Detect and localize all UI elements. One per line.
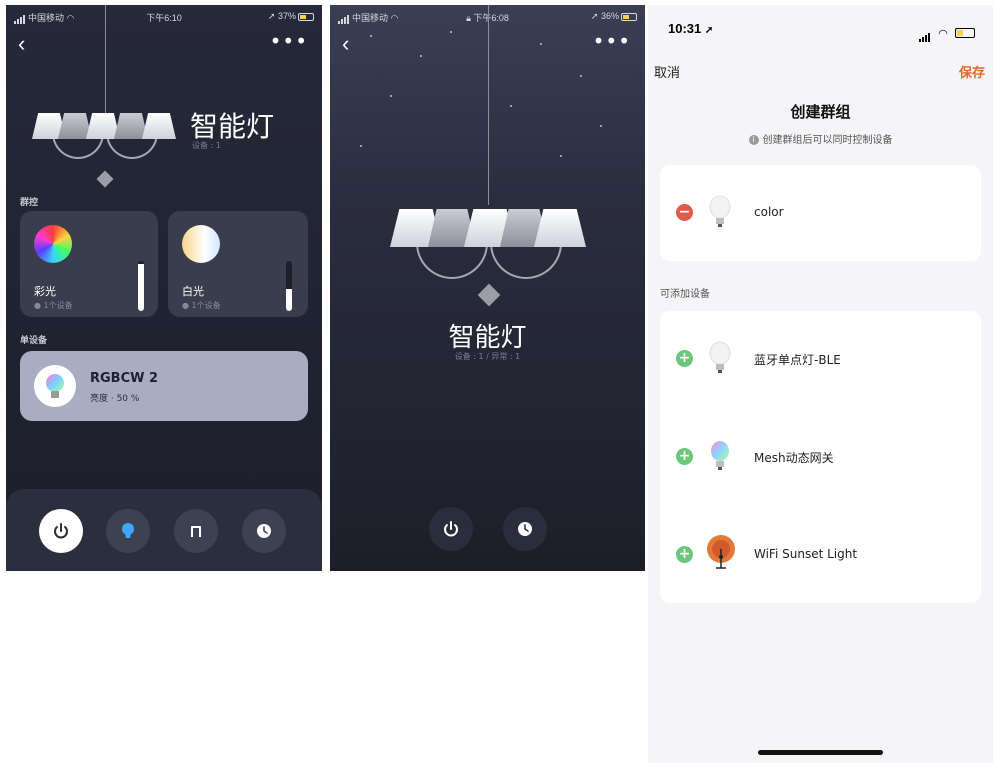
page-title: 创建群组 [790,103,851,121]
group-card-color[interactable]: 彩光 ● 1个设备 [20,211,158,317]
device-name: RGBCW 2 [90,371,159,386]
signal-icon [14,14,26,24]
slider-fill [138,263,144,311]
device-status-label: 设备 : 1 / 异常 : 1 [454,352,521,361]
remove-device-button[interactable]: − [676,204,693,221]
device-name: color [754,205,784,219]
clock-icon [518,522,532,536]
white-light-icon [182,225,220,263]
signal-icon [338,14,350,24]
power-button[interactable] [429,507,473,551]
single-device-section-label: 单设备 [20,336,48,346]
card-title: 彩光 [34,285,56,298]
battery-icon [955,27,975,38]
page-title: 智能灯 [190,111,275,142]
group-section-label: 群控 [20,198,39,208]
device-brightness: 亮度 · 50 % [90,394,140,404]
back-button[interactable]: ‹ [342,33,349,55]
create-group-screen: 10:31 ➚ ◠ 取消 保存 创建群组 i 创建群组后可以同时控制设备 − co… [648,5,993,763]
light-detail-screen: 中国移动 ◠ 🔒︎ 下午6:08 ➚ 36% ‹ ••• 智能灯 设备 : 1 … [330,5,645,571]
bulb-icon [34,365,76,407]
clock-icon [257,524,271,538]
color-wheel-icon [34,225,72,263]
slider-fill [286,288,292,311]
wifi-icon: ◠ [938,27,948,40]
clock-label: 10:31 ➚ [668,21,714,36]
available-device-list: + 蓝牙单点灯-BLE + Mesh动态网关 + WiFi Sunset Lig… [660,311,981,603]
brightness-slider[interactable] [138,261,144,311]
save-button[interactable]: 保存 [959,62,985,81]
group-card-white[interactable]: 白光 ● 1个设备 [168,211,308,317]
list-item: + Mesh动态网关 [660,409,981,505]
power-icon [444,521,458,537]
sunset-lamp-icon [707,535,735,569]
more-options-button[interactable]: ••• [593,31,631,51]
hint-text: i 创建群组后可以同时控制设备 [648,131,993,146]
back-button[interactable]: ‹ [18,33,25,55]
power-icon [54,523,68,539]
battery-icon [298,12,314,21]
card-subtitle: ● 1个设备 [34,301,73,310]
chandelier-image [388,5,588,315]
list-item: + WiFi Sunset Light [660,507,981,603]
home-indicator[interactable] [758,750,883,755]
device-card[interactable]: RGBCW 2 亮度 · 50 % [20,351,308,421]
add-device-button[interactable]: + [676,546,693,563]
group-device-list: − color [660,165,981,261]
color-bulb-icon [711,441,729,470]
device-name: WiFi Sunset Light [754,547,858,561]
location-icon: ➚ [590,11,599,21]
add-device-button[interactable]: + [676,350,693,367]
music-button[interactable] [174,509,218,553]
light-home-screen: 中国移动 ◠ 下午6:10 ➚ 37% ‹ ••• 智能灯 设备 : 1 群控 … [6,5,322,571]
cancel-button[interactable]: 取消 [654,62,680,81]
page-title: 智能灯 [448,322,527,352]
schedule-button[interactable] [503,507,547,551]
power-button[interactable] [39,509,83,553]
bulb-icon [709,195,731,227]
location-icon: ➚ [704,25,714,36]
signal-icon [919,23,931,42]
battery-label: 36% [600,11,619,21]
add-device-button[interactable]: + [676,448,693,465]
card-subtitle: ● 1个设备 [182,301,221,310]
device-name: 蓝牙单点灯-BLE [754,353,841,367]
bulb-icon [122,523,134,538]
list-item: + 蓝牙单点灯-BLE [660,311,981,407]
list-item: − color [660,165,981,261]
brightness-slider[interactable] [286,261,292,311]
battery-label: 37% [277,11,296,21]
bulb-icon [709,341,731,373]
carrier-label: 中国移动 [352,13,389,23]
schedule-button[interactable] [242,509,286,553]
music-icon [191,526,201,537]
info-icon: i [748,135,759,145]
device-count-label: 设备 : 1 [192,141,221,150]
available-section-label: 可添加设备 [660,289,710,300]
bottom-control-bar [6,489,322,571]
battery-icon [621,12,637,21]
card-title: 白光 [182,285,204,298]
device-name: Mesh动态网关 [754,451,834,465]
location-icon: ➚ [267,11,276,21]
chandelier-image [30,5,180,195]
more-options-button[interactable]: ••• [270,31,308,51]
status-icons: ◠ [919,22,975,42]
scene-button[interactable] [106,509,150,553]
